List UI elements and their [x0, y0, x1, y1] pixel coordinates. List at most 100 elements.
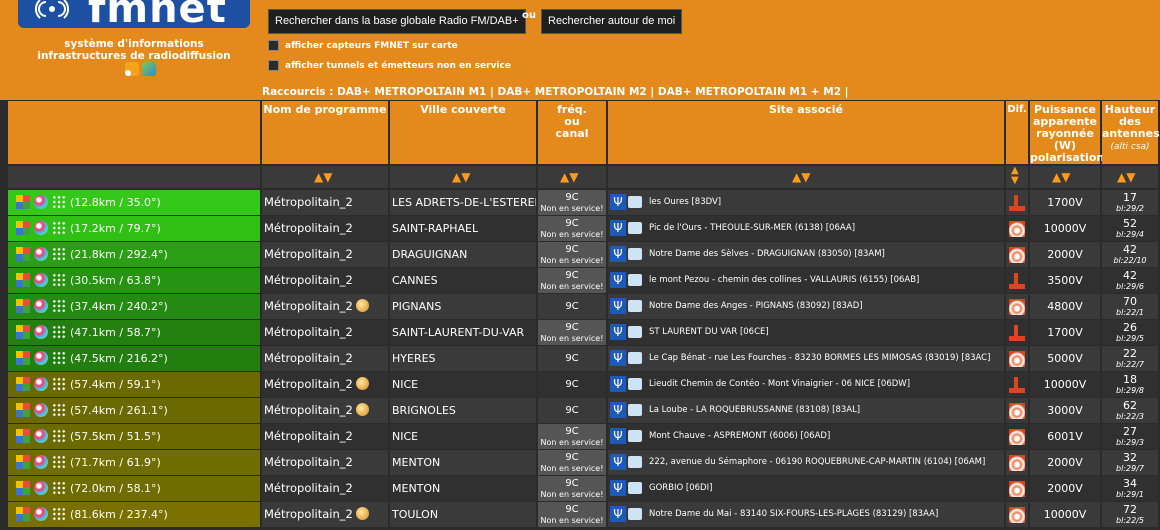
coverage-ball-icon[interactable] — [34, 403, 48, 417]
dot-grid-icon[interactable] — [52, 455, 66, 469]
photo-icon[interactable] — [628, 508, 642, 520]
programme-name[interactable]: Métropolitain_2 — [264, 507, 353, 521]
directional-antenna-icon[interactable] — [1009, 273, 1025, 289]
multicolor-grid-icon[interactable] — [16, 377, 30, 391]
coverage-ball-icon[interactable] — [34, 221, 48, 235]
dot-grid-icon[interactable] — [52, 377, 66, 391]
coverage-ball-icon[interactable] — [34, 195, 48, 209]
photo-icon[interactable] — [628, 456, 642, 468]
coverage-ball-icon[interactable] — [34, 273, 48, 287]
sensors-checkbox[interactable] — [268, 40, 279, 51]
sort-freq-icon[interactable]: ▲▼ — [560, 170, 578, 184]
photo-icon[interactable] — [628, 196, 642, 208]
dot-grid-icon[interactable] — [52, 299, 66, 313]
programme-name[interactable]: Métropolitain_2 — [264, 221, 353, 235]
omni-antenna-icon[interactable] — [1009, 221, 1025, 237]
omni-antenna-icon[interactable] — [1009, 481, 1025, 497]
multicolor-grid-icon[interactable] — [16, 481, 30, 495]
site-name[interactable]: Notre Dame du Mai - 83140 SIX-FOURS-LES-… — [649, 509, 938, 519]
dot-grid-icon[interactable] — [52, 195, 66, 209]
multicolor-grid-icon[interactable] — [16, 299, 30, 313]
option-sensors[interactable]: afficher capteurs FMNET sur carte — [268, 40, 458, 51]
site-name[interactable]: Pic de l'Ours - THEOULE-SUR-MER (6138) [… — [649, 223, 855, 233]
photo-icon[interactable] — [628, 378, 642, 390]
programme-name[interactable]: Métropolitain_2 — [264, 351, 353, 365]
dot-grid-icon[interactable] — [52, 247, 66, 261]
sort-dif-icon[interactable]: ▲ ▼ — [1011, 166, 1019, 186]
sort-site-icon[interactable]: ▲▼ — [792, 170, 810, 184]
dot-grid-icon[interactable] — [52, 429, 66, 443]
info-badge-icon[interactable] — [355, 299, 369, 312]
multicolor-grid-icon[interactable] — [16, 403, 30, 417]
antenna-map-icon[interactable]: Ψ — [610, 350, 626, 366]
multicolor-grid-icon[interactable] — [16, 195, 30, 209]
coverage-ball-icon[interactable] — [34, 429, 48, 443]
dot-grid-icon[interactable] — [52, 507, 66, 521]
dot-grid-icon[interactable] — [52, 351, 66, 365]
coverage-ball-icon[interactable] — [34, 247, 48, 261]
site-name[interactable]: Notre Dame des Sèlves - DRAGUIGNAN (8305… — [649, 249, 885, 259]
site-name[interactable]: Notre Dame des Anges - PIGNANS (83092) [… — [649, 301, 863, 311]
map-icon[interactable] — [142, 62, 156, 76]
antenna-map-icon[interactable]: Ψ — [610, 506, 626, 522]
programme-name[interactable]: Métropolitain_2 — [264, 299, 353, 313]
programme-name[interactable]: Métropolitain_2 — [264, 429, 353, 443]
antenna-map-icon[interactable]: Ψ — [610, 428, 626, 444]
shortcut-link-m1-m2[interactable]: DAB+ METROPOLTAIN M1 + M2 — [658, 86, 841, 98]
antenna-map-icon[interactable]: Ψ — [610, 480, 626, 496]
photo-icon[interactable] — [628, 430, 642, 442]
fmnet-logo[interactable]: fmnet — [18, 0, 250, 28]
programme-name[interactable]: Métropolitain_2 — [264, 403, 353, 417]
omni-antenna-icon[interactable] — [1009, 351, 1025, 367]
coverage-ball-icon[interactable] — [34, 377, 48, 391]
dot-grid-icon[interactable] — [52, 403, 66, 417]
search-nearby-button[interactable]: Rechercher autour de moi — [541, 9, 683, 34]
multicolor-grid-icon[interactable] — [16, 507, 30, 521]
antenna-map-icon[interactable]: Ψ — [610, 324, 626, 340]
programme-name[interactable]: Métropolitain_2 — [264, 481, 353, 495]
antenna-map-icon[interactable]: Ψ — [610, 246, 626, 262]
programme-name[interactable]: Métropolitain_2 — [264, 377, 353, 391]
site-name[interactable]: Lieudit Chemin de Contéo - Mont Vinaigri… — [649, 379, 910, 389]
coverage-ball-icon[interactable] — [34, 325, 48, 339]
programme-name[interactable]: Métropolitain_2 — [264, 195, 353, 209]
sort-power-icon[interactable]: ▲▼ — [1052, 170, 1070, 184]
site-name[interactable]: 222, avenue du Sémaphore - 06190 ROQUEBR… — [649, 457, 985, 467]
antenna-map-icon[interactable]: Ψ — [610, 298, 626, 314]
multicolor-grid-icon[interactable] — [16, 273, 30, 287]
antenna-map-icon[interactable]: Ψ — [610, 454, 626, 470]
rss-icon[interactable] — [125, 62, 139, 76]
sort-programme-icon[interactable]: ▲▼ — [314, 170, 332, 184]
coverage-ball-icon[interactable] — [34, 507, 48, 521]
programme-name[interactable]: Métropolitain_2 — [264, 247, 353, 261]
programme-name[interactable]: Métropolitain_2 — [264, 273, 353, 287]
omni-antenna-icon[interactable] — [1009, 403, 1025, 419]
site-name[interactable]: La Loube - LA ROQUEBRUSSANNE (83108) [83… — [649, 405, 860, 415]
dot-grid-icon[interactable] — [52, 221, 66, 235]
dot-grid-icon[interactable] — [52, 325, 66, 339]
directional-antenna-icon[interactable] — [1009, 377, 1025, 393]
multicolor-grid-icon[interactable] — [16, 351, 30, 365]
antenna-map-icon[interactable]: Ψ — [610, 272, 626, 288]
col-header-programme[interactable]: Nom de programme — [262, 101, 388, 164]
info-badge-icon[interactable] — [355, 403, 369, 416]
omni-antenna-icon[interactable] — [1009, 299, 1025, 315]
omni-antenna-icon[interactable] — [1009, 247, 1025, 263]
tunnels-checkbox[interactable] — [268, 60, 279, 71]
coverage-ball-icon[interactable] — [34, 455, 48, 469]
shortcut-link-m1[interactable]: DAB+ METROPOLTAIN M1 — [337, 86, 486, 98]
site-name[interactable]: le mont Pezou - chemin des collines - VA… — [649, 275, 919, 285]
info-badge-icon[interactable] — [355, 377, 369, 390]
dot-grid-icon[interactable] — [52, 273, 66, 287]
multicolor-grid-icon[interactable] — [16, 455, 30, 469]
antenna-map-icon[interactable]: Ψ — [610, 220, 626, 236]
multicolor-grid-icon[interactable] — [16, 325, 30, 339]
photo-icon[interactable] — [628, 326, 642, 338]
omni-antenna-icon[interactable] — [1009, 455, 1025, 471]
omni-antenna-icon[interactable] — [1009, 429, 1025, 445]
photo-icon[interactable] — [628, 274, 642, 286]
col-header-height[interactable]: Hauteur des antennes (alti csa) — [1102, 101, 1160, 164]
photo-icon[interactable] — [628, 404, 642, 416]
sort-ville-icon[interactable]: ▲▼ — [452, 170, 470, 184]
antenna-map-icon[interactable]: Ψ — [610, 194, 626, 210]
